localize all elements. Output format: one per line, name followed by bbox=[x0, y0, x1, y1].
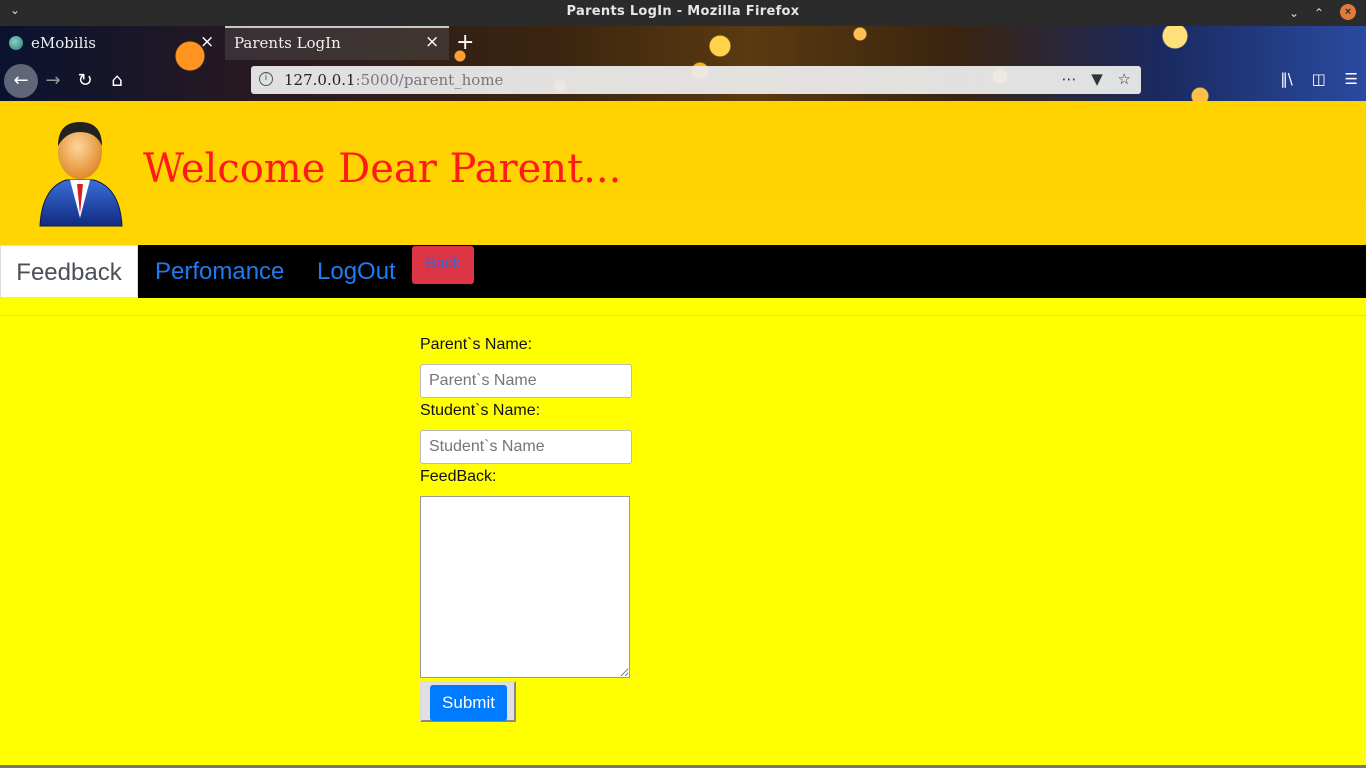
url-bar[interactable]: i 127.0.0.1:5000/parent_home ⋯ ▼ ☆ bbox=[251, 66, 1141, 94]
url-host: 127.0.0.1 bbox=[284, 71, 356, 89]
window-title: Parents LogIn - Mozilla Firefox bbox=[566, 4, 800, 19]
pocket-icon[interactable]: ▼ bbox=[1091, 70, 1103, 88]
parent-avatar-icon bbox=[39, 122, 123, 227]
tab-emobilis[interactable]: eMobilis × bbox=[0, 26, 224, 60]
home-icon[interactable]: ⌂ bbox=[102, 66, 132, 96]
reload-icon[interactable]: ↻ bbox=[70, 66, 100, 96]
parent-name-input[interactable] bbox=[420, 364, 632, 398]
page-actions-icon[interactable]: ⋯ bbox=[1061, 70, 1076, 88]
main-navbar: Feedback Perfomance LogOut Back bbox=[0, 245, 1366, 298]
tab-label: eMobilis bbox=[31, 34, 96, 52]
close-tab-icon[interactable]: × bbox=[200, 32, 214, 52]
library-icon[interactable]: ‖\ bbox=[1280, 70, 1293, 88]
globe-favicon-icon bbox=[9, 36, 23, 50]
hamburger-menu-icon[interactable]: ☰ bbox=[1345, 70, 1358, 88]
tab-parents-login[interactable]: Parents LogIn × bbox=[225, 26, 449, 60]
feedback-label: FeedBack: bbox=[420, 468, 497, 485]
back-button[interactable]: Back bbox=[412, 246, 474, 284]
url-path: :5000/parent_home bbox=[355, 71, 504, 89]
url-text[interactable]: 127.0.0.1:5000/parent_home bbox=[284, 71, 503, 89]
nav-logout-link[interactable]: LogOut bbox=[317, 245, 396, 298]
close-tab-icon[interactable]: × bbox=[425, 32, 439, 52]
close-window-icon[interactable]: × bbox=[1340, 4, 1356, 20]
window-titlebar: ⌄ Parents LogIn - Mozilla Firefox ⌄ ⌃ × bbox=[0, 0, 1366, 26]
forward-arrow-icon[interactable]: → bbox=[38, 66, 68, 96]
browser-toolbar: eMobilis × Parents LogIn × + ← → ↻ ⌂ i 1… bbox=[0, 26, 1366, 101]
parent-name-label: Parent`s Name: bbox=[420, 336, 533, 353]
maximize-icon[interactable]: ⌃ bbox=[1310, 4, 1328, 22]
submit-button-frame: Submit bbox=[420, 681, 516, 722]
student-name-input[interactable] bbox=[420, 430, 632, 464]
tab-label: Parents LogIn bbox=[234, 34, 341, 52]
back-arrow-icon[interactable]: ← bbox=[4, 64, 38, 98]
nav-feedback-tab[interactable]: Feedback bbox=[0, 245, 138, 298]
student-name-label: Student`s Name: bbox=[420, 402, 541, 419]
welcome-heading: Welcome Dear Parent... bbox=[143, 146, 622, 192]
sidebar-icon[interactable]: ◫ bbox=[1312, 70, 1326, 88]
divider bbox=[0, 315, 1366, 316]
nav-performance-link[interactable]: Perfomance bbox=[155, 245, 284, 298]
submit-button[interactable]: Submit bbox=[430, 685, 507, 721]
bookmark-star-icon[interactable]: ☆ bbox=[1118, 70, 1131, 88]
new-tab-plus-icon[interactable]: + bbox=[456, 30, 474, 55]
minimize-icon[interactable]: ⌄ bbox=[1285, 4, 1303, 22]
feedback-textarea[interactable] bbox=[420, 496, 630, 678]
info-icon[interactable]: i bbox=[259, 72, 273, 86]
